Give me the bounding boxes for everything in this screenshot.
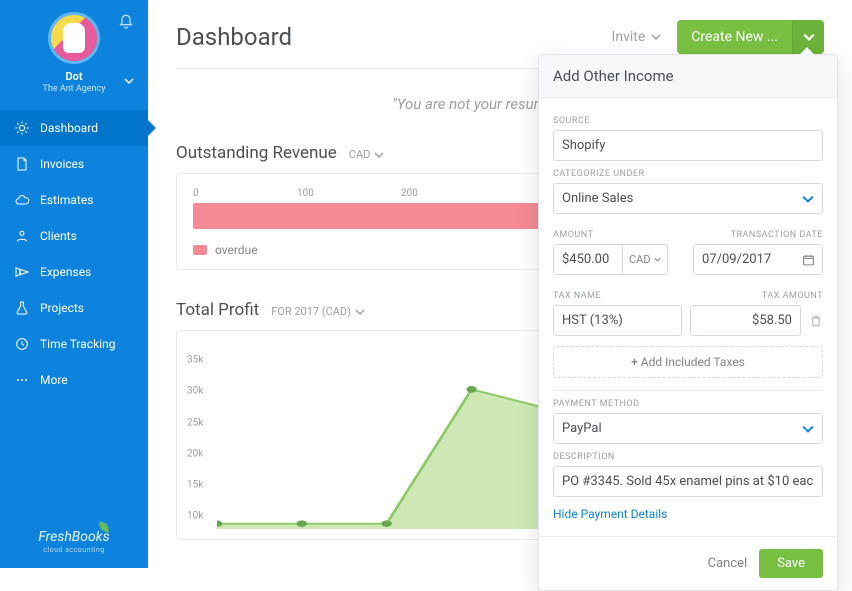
y-tick: 20k: [187, 448, 203, 459]
add-other-income-popover: Add Other Income SOURCE CATEGORIZE UNDER…: [538, 54, 838, 591]
calendar-icon[interactable]: [802, 253, 815, 266]
txn-date-label: TRANSACTION DATE: [693, 230, 823, 240]
flask-icon: [14, 300, 30, 316]
y-tick: 15k: [187, 479, 203, 490]
cancel-button[interactable]: Cancel: [708, 556, 748, 571]
create-new-button[interactable]: Create New ...: [677, 20, 792, 54]
sidebar: Dot The Ant Agency Dashboard Invoices Es…: [0, 0, 148, 568]
currency-select[interactable]: CAD: [623, 244, 668, 275]
chevron-down-icon: [803, 31, 815, 43]
chevron-down-icon: [374, 150, 384, 160]
nav-clients[interactable]: Clients: [0, 218, 148, 254]
nav-expenses[interactable]: Expenses: [0, 254, 148, 290]
invite-label: Invite: [612, 29, 646, 45]
popover-title: Add Other Income: [539, 55, 837, 98]
nav-label: Time Tracking: [40, 337, 115, 351]
save-button[interactable]: Save: [759, 549, 823, 578]
tax-amount-input[interactable]: [690, 305, 801, 336]
invoice-icon: [14, 156, 30, 172]
pizza-icon: [14, 264, 30, 280]
sun-icon: [14, 120, 30, 136]
nav-time-tracking[interactable]: Time Tracking: [0, 326, 148, 362]
nav-estimates[interactable]: Estimates: [0, 182, 148, 218]
clock-icon: [14, 336, 30, 352]
bell-icon[interactable]: [118, 14, 134, 30]
tick: 100: [297, 188, 401, 199]
brand-tag: cloud accounting: [0, 546, 148, 554]
category-value: Online Sales: [562, 191, 633, 206]
nav-label: Projects: [40, 301, 84, 315]
divider: [553, 390, 823, 391]
tick: 0: [193, 188, 297, 199]
tax-amount-label: TAX AMOUNT: [693, 291, 823, 301]
amount-group: CAD: [553, 244, 683, 275]
description-label: DESCRIPTION: [553, 452, 823, 462]
brand-logo: FreshBooks cloud accounting: [0, 517, 148, 568]
section-title: Total Profit: [176, 300, 259, 320]
nav-projects[interactable]: Projects: [0, 290, 148, 326]
page-title: Dashboard: [176, 23, 292, 51]
plus-icon: +: [631, 355, 641, 369]
chevron-down-icon: [654, 256, 661, 263]
main: Dashboard Invite Create New ... "You are…: [148, 0, 852, 568]
invite-button[interactable]: Invite: [612, 29, 662, 45]
nav-label: Dashboard: [40, 121, 98, 135]
chevron-down-icon: [802, 423, 814, 435]
legend-label: overdue: [215, 243, 258, 257]
section-title: Outstanding Revenue: [176, 143, 337, 163]
amount-label: AMOUNT: [553, 230, 683, 240]
description-input[interactable]: [553, 466, 823, 497]
avatar[interactable]: [48, 12, 100, 64]
nav-label: Estimates: [40, 193, 93, 207]
tax-name-input[interactable]: [553, 305, 682, 336]
nav-label: Clients: [40, 229, 77, 243]
cloud-icon: [14, 192, 30, 208]
nav: Dashboard Invoices Estimates Clients Exp…: [0, 110, 148, 517]
amount-input[interactable]: [553, 244, 623, 275]
y-tick: 25k: [187, 417, 203, 428]
nav-label: Expenses: [40, 265, 91, 279]
hide-payment-details-link[interactable]: Hide Payment Details: [553, 507, 667, 521]
period-selector[interactable]: for 2017 (CAD): [271, 305, 365, 318]
user-name: Dot: [65, 70, 82, 83]
category-select[interactable]: Online Sales: [553, 183, 823, 214]
brand-name: FreshBooks: [38, 529, 109, 545]
source-input[interactable]: [553, 130, 823, 161]
currency-selector[interactable]: CAD: [349, 148, 385, 161]
payment-method-value: PayPal: [562, 421, 602, 436]
add-included-taxes-button[interactable]: + Add Included Taxes: [553, 346, 823, 378]
legend-swatch: [193, 245, 207, 255]
nav-label: More: [40, 373, 68, 387]
tick: 200: [401, 188, 505, 199]
chevron-down-icon: [651, 32, 661, 42]
nav-more[interactable]: More: [0, 362, 148, 398]
nav-dashboard[interactable]: Dashboard: [0, 110, 148, 146]
profile[interactable]: Dot The Ant Agency: [0, 0, 148, 102]
user-agency: The Ant Agency: [43, 84, 106, 94]
payment-method-select[interactable]: PayPal: [553, 413, 823, 444]
more-icon: [14, 372, 30, 388]
y-tick: 10k: [187, 511, 203, 522]
chevron-down-icon: [355, 307, 365, 317]
trash-icon[interactable]: [809, 314, 823, 328]
categorize-label: CATEGORIZE UNDER: [553, 169, 823, 179]
nav-invoices[interactable]: Invoices: [0, 146, 148, 182]
chevron-down-icon[interactable]: [124, 76, 134, 86]
nav-label: Invoices: [40, 157, 84, 171]
source-label: SOURCE: [553, 116, 823, 126]
y-tick: 30k: [187, 386, 203, 397]
y-tick: 35k: [187, 355, 203, 366]
person-icon: [14, 228, 30, 244]
tax-name-label: TAX NAME: [553, 291, 683, 301]
chevron-down-icon: [802, 193, 814, 205]
payment-method-label: PAYMENT METHOD: [553, 399, 823, 409]
